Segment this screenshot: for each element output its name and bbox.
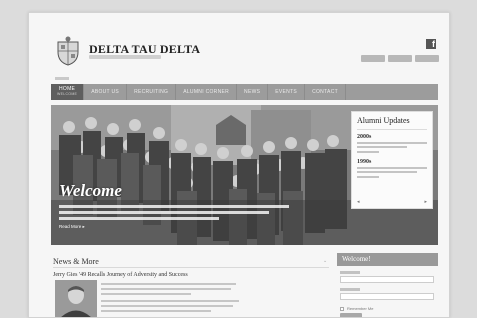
article-title[interactable]: Jerry Gies '49 Recalls Journey of Advers… [53, 272, 188, 278]
hero-text-line-3 [59, 217, 219, 220]
alumni-prev-arrow-icon[interactable]: ◂ [357, 199, 360, 205]
nav-item-events[interactable]: EVENTS [268, 84, 306, 100]
news-heading: News & More [53, 257, 99, 266]
main-nav: HOME Welcome ABOUT US RECRUITING ALUMNI … [51, 84, 438, 100]
alumni-entry-text [357, 146, 407, 148]
nav-item-about[interactable]: ABOUT US [84, 84, 128, 100]
facebook-icon[interactable]: f [426, 39, 436, 49]
alumni-next-arrow-icon[interactable]: ▸ [424, 199, 427, 205]
article-portrait [55, 280, 97, 317]
password-label [340, 288, 360, 291]
alumni-divider [357, 129, 427, 130]
hero-banner: Welcome Read More ▸ Alumni Updates 2000s… [51, 105, 438, 245]
hero-heading: Welcome [59, 181, 122, 200]
header-button-3[interactable] [415, 55, 439, 62]
chevron-down-icon[interactable]: ⌄ [323, 258, 327, 264]
alumni-entry-text [357, 167, 427, 169]
site-header: DELTA TAU DELTA f [29, 13, 449, 79]
article-text-line [101, 288, 231, 290]
news-divider [53, 267, 329, 268]
alumni-entry-text [357, 171, 417, 173]
nav-home-sub: Welcome [57, 92, 78, 96]
password-field[interactable] [340, 293, 434, 300]
username-field[interactable] [340, 276, 434, 283]
browser-page: DELTA TAU DELTA f HOME Welcome ABOUT US … [28, 12, 450, 318]
alumni-entry-more-link[interactable] [357, 176, 379, 178]
article-text-line [101, 300, 239, 302]
breadcrumb-link[interactable] [55, 77, 69, 80]
header-button-2[interactable] [388, 55, 412, 62]
article-text-line [101, 310, 211, 312]
header-button-1[interactable] [361, 55, 385, 62]
alumni-entry-text [357, 142, 427, 144]
nav-item-contact[interactable]: CONTACT [305, 84, 346, 100]
username-label [340, 271, 360, 274]
nav-item-news[interactable]: NEWS [237, 84, 269, 100]
article-text-line [101, 293, 191, 295]
login-button[interactable] [340, 313, 362, 317]
alumni-updates-panel: Alumni Updates 2000s 1990s ◂ ▸ [351, 111, 433, 209]
hero-text-line-2 [59, 211, 269, 214]
article-text-line [101, 305, 233, 307]
alumni-entry-year[interactable]: 1990s [357, 159, 427, 165]
hero-text-line-1 [59, 205, 289, 208]
remember-me-row: Remember Me [340, 306, 373, 311]
hero-read-more-link[interactable]: Read More ▸ [59, 224, 85, 230]
alumni-entry-more-link[interactable] [357, 151, 379, 153]
login-panel-heading: Welcome! [337, 253, 438, 266]
article-text-line [101, 283, 236, 285]
header-buttons [361, 55, 439, 62]
site-subtitle [89, 55, 161, 59]
nav-item-alumni[interactable]: ALUMNI CORNER [176, 84, 238, 100]
alumni-entry-year[interactable]: 2000s [357, 134, 427, 140]
remember-me-checkbox[interactable] [340, 306, 344, 311]
crest-logo[interactable] [56, 36, 80, 66]
remember-me-label: Remember Me [347, 306, 374, 311]
nav-item-recruiting[interactable]: RECRUITING [127, 84, 177, 100]
nav-item-home[interactable]: HOME Welcome [51, 84, 85, 100]
alumni-updates-title: Alumni Updates [357, 116, 410, 125]
